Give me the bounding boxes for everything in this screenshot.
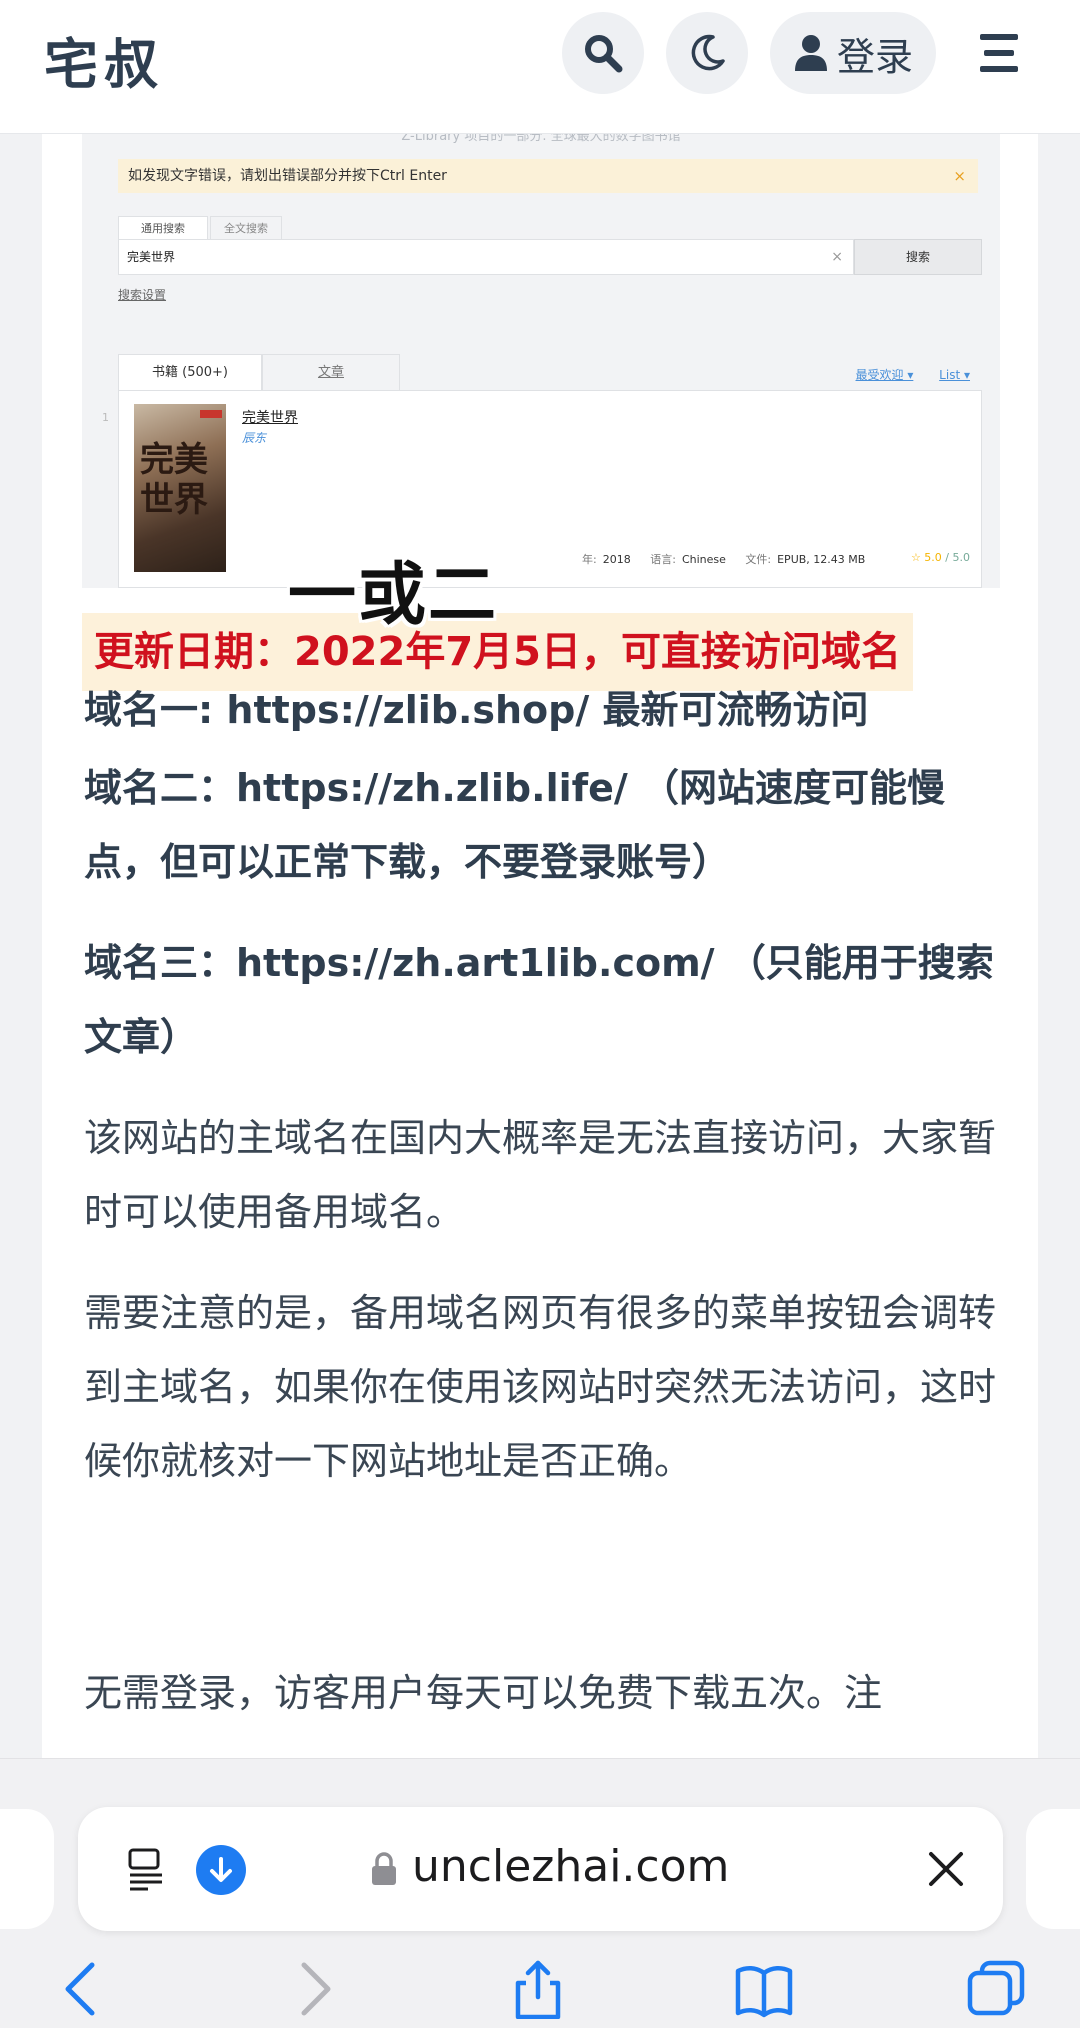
language-value: Chinese	[681, 553, 726, 566]
dark-mode-button[interactable]	[666, 12, 748, 94]
book-title: 完美世界	[242, 410, 298, 426]
sort-links: 最受欢迎 ▾ List ▾	[834, 366, 971, 383]
notice-close-icon: ×	[953, 167, 966, 185]
video-caption: 一或二	[288, 556, 499, 635]
moon-icon	[691, 34, 725, 71]
search-settings-link: 搜索设置	[118, 288, 167, 302]
book-meta: 年: 2018 语言: Chinese 文件: EPUB, 12.43 MB	[582, 551, 881, 567]
file-value: EPUB, 12.43 MB	[777, 553, 866, 566]
clear-icon: ×	[831, 249, 843, 265]
paragraph-backup-notice: 需要注意的是，备用域名网页有很多的菜单按钮会调转到主域名，如果你在使用该网站时突…	[84, 1291, 997, 1483]
login-button[interactable]: 登录	[770, 12, 936, 94]
search-button[interactable]	[562, 12, 644, 94]
download-icon[interactable]	[196, 1845, 246, 1895]
year-value: 2018	[602, 553, 631, 566]
reader-icon[interactable]	[124, 1847, 168, 1891]
row-number: 1	[102, 411, 109, 424]
faded-header-text: Z-Library 项目的一部分. 全球最大的数字图书馆	[401, 133, 681, 144]
year-label: 年:	[582, 553, 597, 566]
search-value: 完美世界	[127, 250, 176, 264]
cover-tag	[200, 410, 222, 418]
file-label: 文件:	[745, 553, 772, 566]
domain-two[interactable]: 域名二：https://zh.zlib.life/ （网站速度可能慢点，但可以正…	[84, 751, 1004, 899]
browser-toolbar: unclezhai.com	[0, 1758, 1080, 2028]
embedded-screenshot: Z-Library 项目的一部分. 全球最大的数字图书馆 如发现文字错误，请划出…	[82, 133, 1000, 588]
user-icon	[794, 35, 827, 71]
book-rating: ☆ 5.0 / 5.0	[911, 551, 970, 564]
tab-general-search: 通用搜索	[118, 216, 208, 240]
login-label: 登录	[836, 34, 913, 79]
site-logo[interactable]: 宅叔	[44, 20, 164, 99]
book-author: 辰东	[242, 431, 267, 445]
lock-icon	[372, 1852, 396, 1885]
search-icon	[585, 35, 623, 73]
close-icon[interactable]	[926, 1849, 966, 1889]
tabs-icon[interactable]	[966, 1959, 1026, 2019]
sort-popular-link: 最受欢迎 ▾	[855, 368, 914, 382]
domain-three[interactable]: 域名三：https://zh.art1lib.com/ （只能用于搜索文章）	[84, 926, 1004, 1074]
cover-title: 完美世界	[140, 440, 208, 520]
paragraph-main-domain: 该网站的主域名在国内大概率是无法直接访问，大家暂时可以使用备用域名。	[84, 1116, 997, 1234]
address-bar[interactable]: unclezhai.com	[78, 1807, 1003, 1931]
domain-one[interactable]: 域名一: https://zlib.shop/ 最新可流畅访问	[84, 673, 1004, 747]
url-text[interactable]: unclezhai.com	[412, 1841, 729, 1892]
view-list-link: List ▾	[939, 368, 970, 382]
language-label: 语言:	[650, 553, 676, 566]
notice-text: 如发现文字错误，请划出错误部分并按下Ctrl Enter	[128, 168, 447, 184]
tab-books: 书籍 (500+)	[118, 354, 262, 390]
back-icon[interactable]	[52, 1959, 112, 2019]
previous-tab-peek[interactable]	[0, 1809, 54, 1929]
next-tab-peek[interactable]	[1026, 1809, 1080, 1929]
paragraph-download-limit: 无需登录，访客用户每天可以免费下载五次。注	[84, 1671, 883, 1715]
share-icon[interactable]	[508, 1959, 568, 2019]
tab-articles: 文章	[262, 354, 400, 390]
notice-bar: 如发现文字错误，请划出错误部分并按下Ctrl Enter ×	[118, 159, 978, 193]
article-card: Z-Library 项目的一部分. 全球最大的数字图书馆 如发现文字错误，请划出…	[42, 133, 1038, 1758]
bookmarks-icon[interactable]	[734, 1959, 794, 2019]
tab-fulltext-search: 全文搜索	[210, 216, 282, 240]
site-header: 宅叔 登录	[0, 0, 1080, 134]
rating-value: ☆ 5.0	[910, 551, 942, 564]
rating-max: / 5.0	[945, 551, 970, 564]
book-cover: 完美世界	[134, 404, 226, 572]
menu-icon[interactable]	[980, 34, 1018, 72]
forward-icon[interactable]	[284, 1959, 344, 2019]
search-input: 完美世界 ×	[118, 239, 854, 275]
search-submit-button: 搜索	[854, 239, 982, 275]
